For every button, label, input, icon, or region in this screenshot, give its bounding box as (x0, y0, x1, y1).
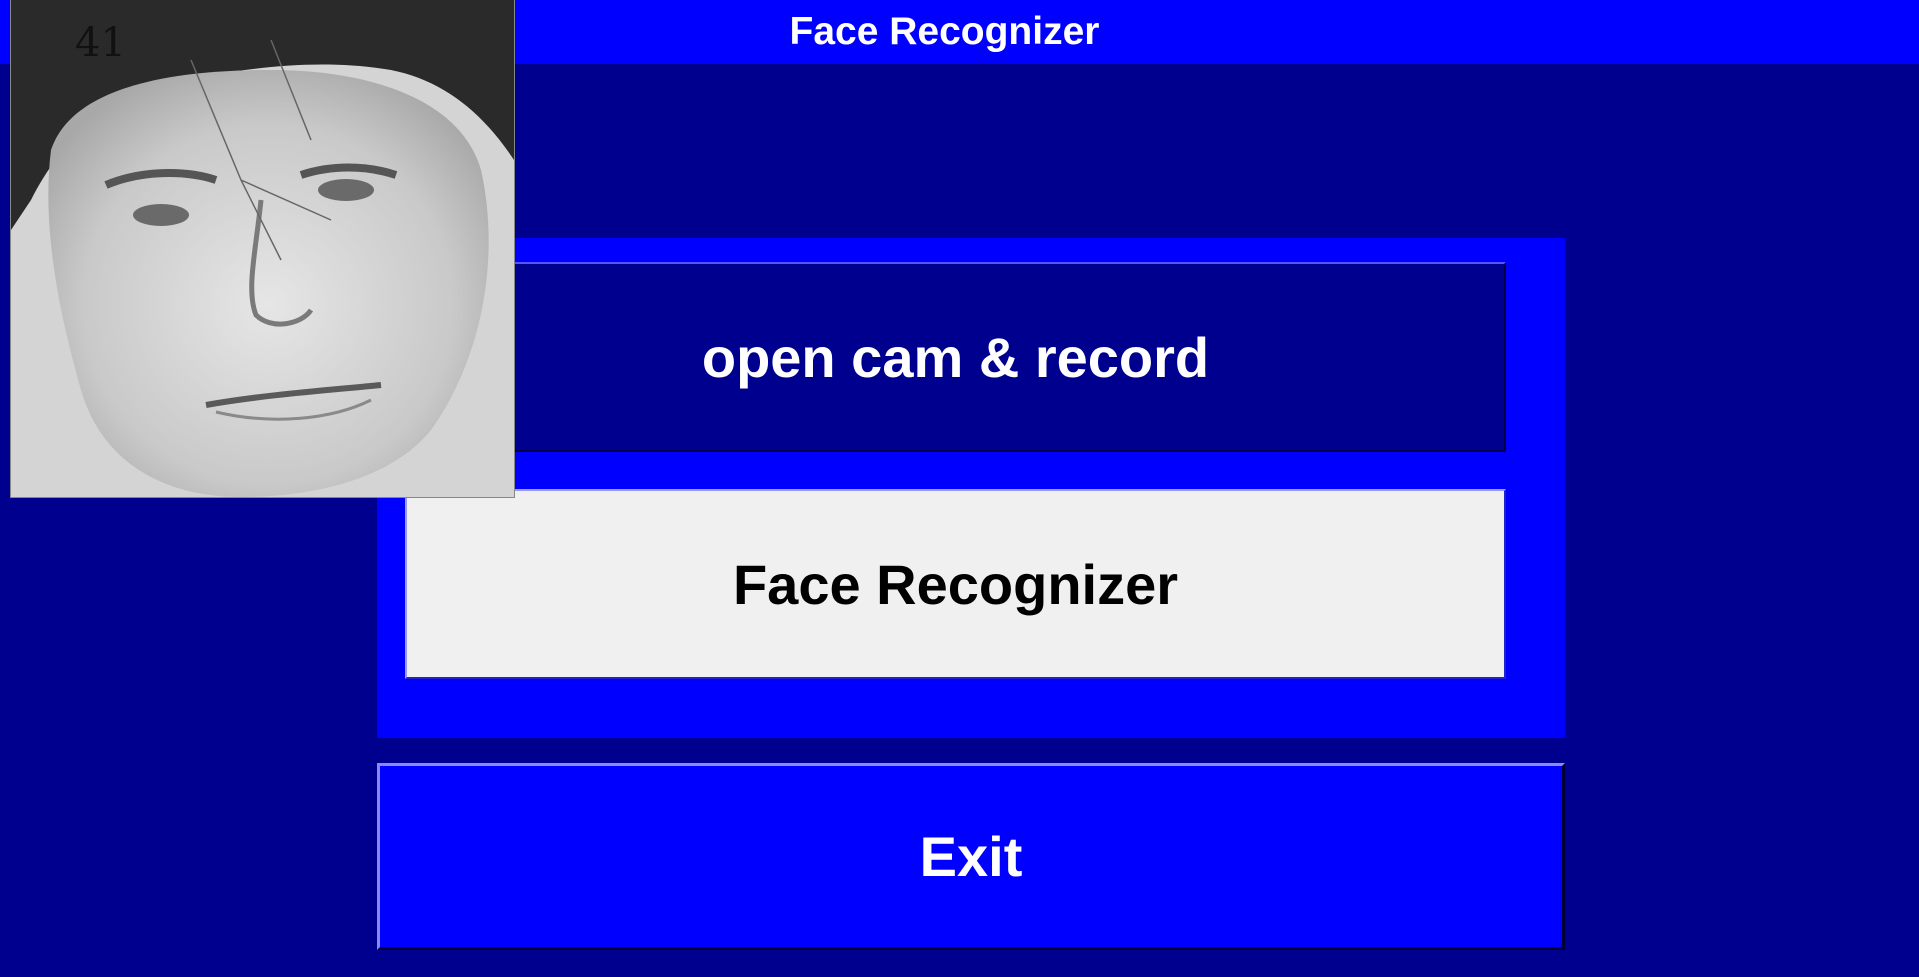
face-preview-image (11, 0, 514, 497)
exit-button[interactable]: Exit (377, 763, 1565, 950)
face-preview-window: 41 (10, 0, 515, 498)
face-recognizer-button[interactable]: Face Recognizer (405, 489, 1506, 679)
frame-count-label: 41 (75, 20, 126, 66)
face-recognizer-label: Face Recognizer (732, 552, 1179, 616)
open-cam-record-button[interactable]: open cam & record (405, 262, 1506, 452)
window-title: Face Recognizer (789, 10, 1100, 53)
open-cam-record-label: open cam & record (701, 325, 1210, 389)
exit-label: Exit (919, 825, 1023, 888)
